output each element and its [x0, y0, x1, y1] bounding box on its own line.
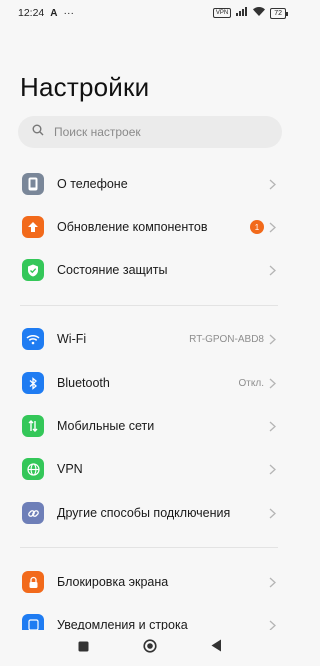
status-bar: 12:24 A ··· VPN 72 — [0, 0, 300, 26]
chevron-right-icon — [266, 576, 278, 588]
shield-check-icon — [22, 259, 44, 281]
lock-icon — [22, 571, 44, 593]
update-count-badge: 1 — [250, 220, 264, 234]
settings-item-label: Обновление компонентов — [57, 220, 208, 234]
phone-info-icon — [22, 173, 44, 195]
chevron-right-icon — [266, 221, 278, 233]
settings-item-lock-screen[interactable]: Блокировка экрана — [0, 561, 300, 603]
link-icon — [22, 502, 44, 524]
settings-item-label: Bluetooth — [57, 376, 110, 390]
bluetooth-icon — [22, 372, 44, 394]
settings-item-mobile-networks[interactable]: Мобильные сети — [0, 405, 300, 447]
home-button[interactable] — [143, 638, 157, 658]
notification-a-icon: A — [50, 7, 58, 19]
section-divider — [20, 547, 278, 548]
wifi-icon — [22, 328, 44, 350]
chevron-right-icon — [266, 333, 278, 345]
settings-item-about-phone[interactable]: О телефоне — [0, 163, 300, 205]
settings-item-bluetooth[interactable]: Bluetooth Откл. — [0, 362, 300, 404]
settings-item-wifi[interactable]: Wi-Fi RT-GPON-ABD8 — [0, 318, 300, 360]
chevron-right-icon — [266, 264, 278, 276]
wifi-network-value: RT-GPON-ABD8 — [189, 333, 264, 345]
settings-item-other-connections[interactable]: Другие способы подключения — [0, 492, 300, 534]
system-nav-bar — [0, 630, 300, 666]
section-divider — [20, 305, 278, 306]
settings-item-label: О телефоне — [57, 177, 128, 191]
settings-item-protection-status[interactable]: Состояние защиты — [0, 249, 300, 291]
update-arrow-icon — [22, 216, 44, 238]
page-title: Настройки — [20, 72, 150, 102]
settings-item-component-update[interactable]: Обновление компонентов 1 — [0, 206, 300, 248]
vpn-globe-icon — [22, 458, 44, 480]
wifi-status-icon — [253, 7, 266, 19]
search-icon — [32, 123, 44, 141]
settings-item-label: Другие способы подключения — [57, 506, 231, 520]
settings-item-label: Wi-Fi — [57, 332, 87, 346]
chevron-right-icon — [266, 377, 278, 389]
settings-item-label: VPN — [57, 462, 83, 476]
status-time: 12:24 — [18, 7, 45, 19]
bluetooth-state-value: Откл. — [238, 377, 264, 389]
settings-item-label: Блокировка экрана — [57, 575, 169, 589]
search-bar[interactable] — [18, 116, 282, 148]
signal-icon — [236, 7, 248, 19]
mobile-network-icon — [22, 415, 44, 437]
recents-button[interactable] — [78, 639, 89, 657]
chevron-right-icon — [266, 178, 278, 190]
settings-item-label: Мобильные сети — [57, 419, 155, 433]
settings-item-vpn[interactable]: VPN — [0, 448, 300, 490]
chevron-right-icon — [266, 463, 278, 475]
search-input[interactable] — [52, 124, 256, 140]
back-button[interactable] — [211, 639, 222, 657]
vpn-status-icon: VPN — [212, 8, 232, 18]
settings-item-label: Состояние защиты — [57, 263, 168, 277]
chevron-right-icon — [266, 420, 278, 432]
status-more: ··· — [63, 7, 75, 19]
battery-icon: 72 — [270, 7, 288, 19]
chevron-right-icon — [266, 507, 278, 519]
